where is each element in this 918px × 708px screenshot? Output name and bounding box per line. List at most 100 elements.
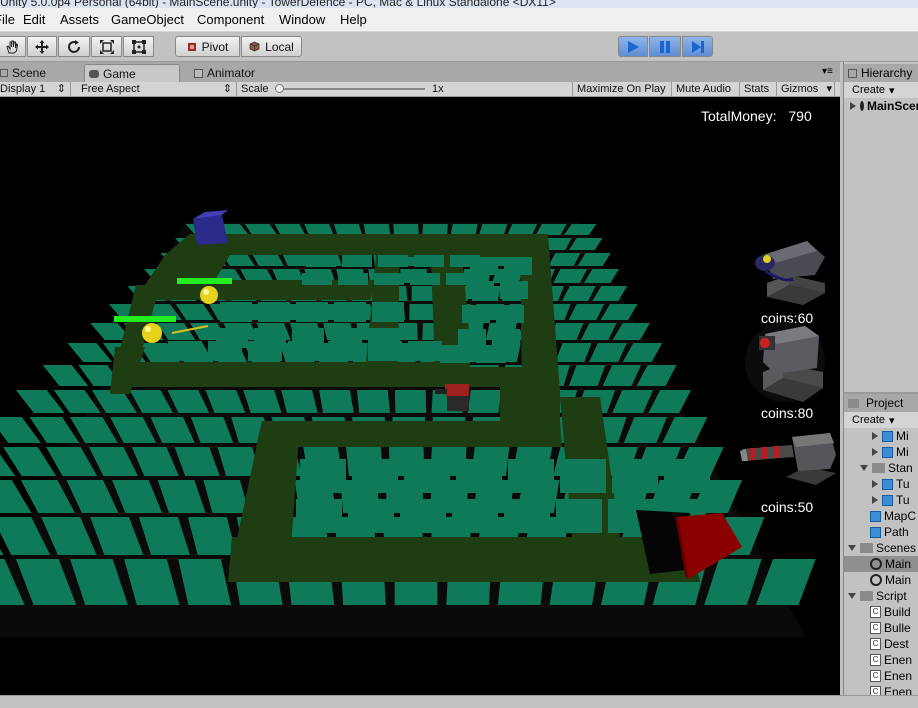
grid-tile[interactable]	[363, 224, 391, 235]
project-item[interactable]: Mi	[844, 444, 918, 460]
grid-tile[interactable]	[500, 281, 528, 299]
menu-help[interactable]: Help	[340, 12, 367, 27]
menu-file[interactable]: File	[0, 12, 15, 27]
tower-button-1[interactable]	[745, 235, 833, 307]
grid-tile[interactable]	[456, 459, 502, 493]
grid-tile[interactable]	[248, 341, 282, 361]
project-item[interactable]: Main	[844, 572, 918, 588]
grid-tile[interactable]	[404, 459, 450, 493]
project-item[interactable]: C Enen	[844, 668, 918, 684]
grid-tile[interactable]	[258, 302, 290, 322]
grid-tile[interactable]	[458, 329, 486, 347]
expand-arrow-icon[interactable]	[872, 448, 878, 456]
project-create-dropdown[interactable]: Create ▾	[844, 412, 918, 428]
grid-tile[interactable]	[338, 273, 368, 285]
hierarchy-item-scene[interactable]: MainScene	[844, 98, 918, 114]
project-item[interactable]: Tu	[844, 476, 918, 492]
hierarchy-create-dropdown[interactable]: Create ▾	[844, 82, 918, 98]
grid-tile[interactable]	[408, 341, 442, 361]
menu-edit[interactable]: Edit	[23, 12, 45, 27]
grid-tile[interactable]	[476, 345, 506, 363]
grid-tile[interactable]	[470, 257, 498, 275]
grid-tile[interactable]	[393, 224, 419, 235]
grid-tile[interactable]	[302, 273, 332, 285]
project-item[interactable]: Script	[844, 588, 918, 604]
tab-menu-icon[interactable]: ▾≡	[822, 66, 833, 77]
collapse-arrow-icon[interactable]	[848, 545, 856, 551]
menu-component[interactable]: Component	[197, 12, 264, 27]
display-dropdown[interactable]: Display 1 ⇕	[0, 82, 71, 97]
tab-animator[interactable]: Animator	[190, 64, 280, 82]
grid-tile[interactable]	[410, 273, 440, 285]
grid-tile[interactable]	[440, 345, 470, 363]
play-button[interactable]	[618, 36, 648, 57]
tab-project[interactable]: Project	[844, 394, 918, 412]
local-toggle-button[interactable]: Local	[241, 36, 302, 57]
mute-audio-toggle[interactable]: Mute Audio	[672, 82, 740, 97]
scale-tool-button[interactable]	[91, 36, 122, 57]
expand-arrow-icon[interactable]	[872, 496, 878, 504]
rotate-tool-button[interactable]	[58, 36, 90, 57]
tower-button-3[interactable]	[740, 427, 838, 489]
grid-tile[interactable]	[304, 224, 334, 235]
grid-tile[interactable]	[414, 255, 444, 267]
grid-tile[interactable]	[508, 459, 554, 493]
gizmos-dropdown[interactable]: Gizmos ▾	[777, 82, 835, 97]
grid-tile[interactable]	[492, 329, 520, 347]
tower-button-2[interactable]	[745, 322, 833, 404]
grid-tile[interactable]	[334, 302, 366, 322]
aspect-dropdown[interactable]: Free Aspect ⇕	[77, 82, 237, 97]
rect-tool-button[interactable]	[123, 36, 154, 57]
move-tool-button[interactable]	[27, 36, 57, 57]
scale-slider-track[interactable]	[279, 88, 425, 90]
grid-tile[interactable]	[467, 390, 502, 413]
grid-tile[interactable]	[504, 257, 532, 275]
grid-tile[interactable]	[333, 224, 363, 235]
grid-tile[interactable]	[208, 341, 242, 361]
grid-tile[interactable]	[348, 499, 394, 533]
grid-tile[interactable]	[281, 390, 318, 413]
grid-tile[interactable]	[374, 273, 404, 285]
project-item[interactable]: Tu	[844, 492, 918, 508]
grid-tile[interactable]	[400, 499, 446, 533]
menu-assets[interactable]: Assets	[60, 12, 99, 27]
project-item[interactable]: MapC	[844, 508, 918, 524]
grid-tile[interactable]	[296, 499, 342, 533]
grid-tile[interactable]	[306, 255, 336, 267]
grid-tile[interactable]	[504, 499, 550, 533]
grid-tile[interactable]	[328, 341, 362, 361]
project-item[interactable]: C Build	[844, 604, 918, 620]
pivot-toggle-button[interactable]: Pivot	[175, 36, 240, 57]
stats-toggle[interactable]: Stats	[740, 82, 777, 97]
grid-tile[interactable]	[450, 224, 478, 235]
grid-tile[interactable]	[612, 459, 658, 493]
grid-tile[interactable]	[507, 224, 537, 235]
grid-tile[interactable]	[368, 341, 402, 361]
project-item[interactable]: Scenes	[844, 540, 918, 556]
hand-tool-button[interactable]	[0, 36, 26, 57]
pause-button[interactable]	[649, 36, 681, 57]
project-item[interactable]: Mi	[844, 428, 918, 444]
grid-tile[interactable]	[452, 499, 498, 533]
project-item[interactable]: Main	[844, 556, 918, 572]
grid-tile[interactable]	[357, 390, 390, 413]
scale-slider-thumb[interactable]	[275, 84, 284, 93]
expand-arrow-icon[interactable]	[872, 432, 878, 440]
project-item[interactable]: C Bulle	[844, 620, 918, 636]
maximize-on-play-toggle[interactable]: Maximize On Play	[573, 82, 672, 97]
tab-game[interactable]: Game	[84, 64, 180, 82]
grid-tile[interactable]	[496, 305, 524, 323]
step-button[interactable]	[682, 36, 713, 57]
grid-tile[interactable]	[462, 305, 490, 323]
grid-tile[interactable]	[352, 459, 398, 493]
grid-tile[interactable]	[394, 390, 427, 413]
grid-tile[interactable]	[296, 302, 328, 322]
grid-tile[interactable]	[378, 255, 408, 267]
project-item[interactable]: Path	[844, 524, 918, 540]
grid-tile[interactable]	[168, 341, 202, 361]
grid-tile[interactable]	[342, 255, 372, 267]
grid-tile[interactable]	[560, 459, 606, 493]
grid-tile[interactable]	[372, 302, 404, 322]
project-item[interactable]: C Enen	[844, 652, 918, 668]
grid-tile[interactable]	[422, 224, 448, 235]
